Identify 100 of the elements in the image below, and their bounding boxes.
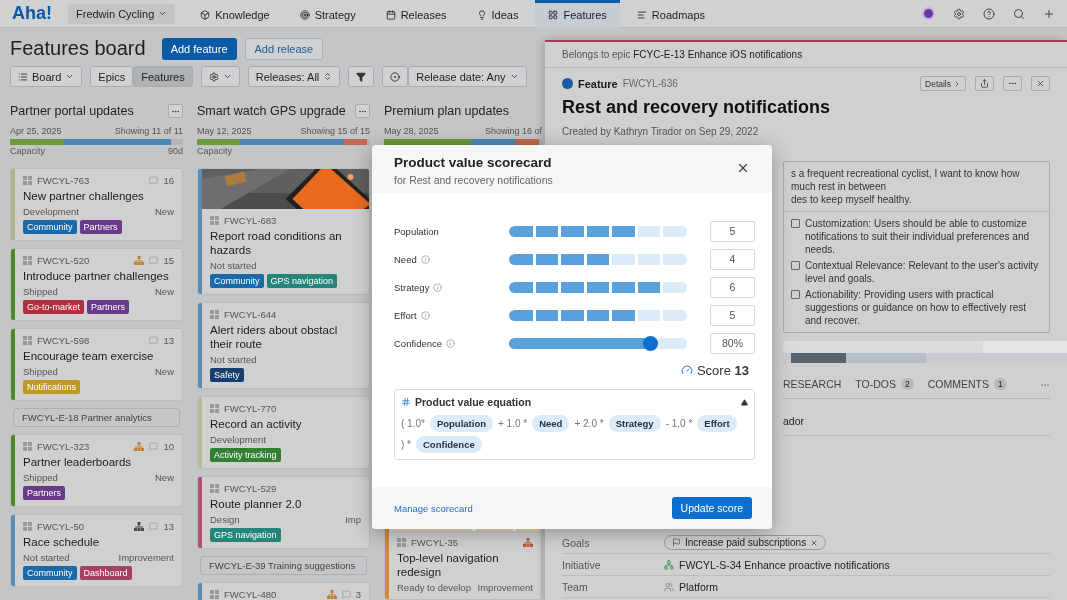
feature-card[interactable]: FWCYL-763 16 New partner challenges Development New Community Partners — [10, 168, 183, 241]
segment-tab[interactable]: Epics — [90, 66, 134, 87]
rating-track[interactable] — [509, 225, 687, 237]
releases-filter[interactable]: Releases: All — [247, 66, 341, 87]
view-dropdown[interactable]: Board — [10, 66, 83, 87]
help-icon[interactable] — [983, 7, 995, 20]
settings-icon[interactable] — [953, 7, 965, 20]
epic-header[interactable]: FWCYL-E-39 Training suggestions — [200, 556, 367, 575]
segment-tab[interactable]: Features — [133, 66, 193, 87]
feature-card[interactable]: FWCYL-529 Route planner 2.0 Design Imp GPS navigation — [197, 476, 370, 549]
tag: Activity tracking — [210, 448, 281, 462]
nav-tab[interactable]: Ideas — [463, 0, 532, 28]
workspace-dropdown[interactable]: Fredwin Cycling — [68, 3, 176, 24]
comment-count: 15 — [163, 254, 174, 266]
caret-icon — [222, 72, 232, 81]
plus-icon[interactable] — [1043, 7, 1055, 20]
filter-button[interactable] — [348, 66, 375, 87]
grid-icon — [23, 175, 32, 185]
score-input[interactable]: 6 — [710, 276, 755, 298]
close-button[interactable] — [1031, 76, 1050, 91]
details-button[interactable]: Details — [920, 76, 966, 91]
avatar[interactable] — [922, 7, 935, 20]
showing-count: Showing 11 of 11 — [114, 126, 183, 136]
add-feature-button[interactable]: Add feature — [161, 37, 237, 60]
rating-track[interactable] — [509, 309, 687, 321]
feature-card[interactable]: FWCYL-480 3 — [197, 582, 370, 600]
rating-track[interactable] — [509, 253, 687, 265]
nav-tab[interactable]: Features — [535, 0, 620, 28]
logo[interactable]: Aha! — [12, 3, 52, 24]
tag: Dashboard — [79, 566, 132, 580]
slider-thumb[interactable] — [643, 335, 659, 351]
variable-chip: Need — [532, 415, 570, 432]
field-label: Initiative — [562, 558, 602, 571]
remove-icon[interactable] — [810, 538, 819, 547]
record-id: FWCYL-636 — [622, 78, 678, 89]
feature-title: Report road conditions an hazards — [210, 229, 343, 257]
detail-tab[interactable]: COMMENTS 1 — [927, 371, 1007, 398]
score-total: Score 13 — [696, 362, 749, 378]
detail-tab[interactable]: RESEARCH — [783, 371, 842, 398]
created-by: Created by Kathryn Tirador on Sep 29, 2022 — [562, 126, 760, 137]
epic-header[interactable]: FWCYL-E-18 Partner analytics — [13, 408, 180, 427]
feature-title: Introduce partner challenges — [23, 269, 170, 283]
grid-icon — [210, 403, 219, 413]
nav-tab[interactable]: Roadmaps — [623, 0, 719, 28]
feature-id: FWCYL-683 — [224, 214, 277, 226]
hash-icon — [401, 397, 411, 407]
tag: Partners — [87, 300, 130, 314]
share-button[interactable] — [975, 76, 994, 91]
more-button[interactable] — [168, 104, 183, 118]
field-value: Platform — [679, 580, 719, 593]
update-score-button[interactable]: Update score — [671, 497, 752, 519]
feature-card[interactable]: FWCYL-644 Alert riders about obstacl their route Not started Safety — [197, 302, 370, 389]
lines-icon — [636, 10, 647, 20]
detail-tab[interactable]: TO-DOS 2 — [855, 371, 914, 398]
nav-tab[interactable]: Knowledge — [187, 0, 283, 28]
settings-dropdown[interactable] — [200, 66, 240, 87]
feature-card[interactable]: FWCYL-520 15 Introduce partner challenges Shipped New Go-to-market Partners — [10, 248, 183, 321]
feature-status: Not started — [210, 260, 257, 271]
add-release-button[interactable]: Add release — [244, 37, 324, 60]
release-date: May 28, 2025 — [384, 126, 439, 136]
tag: Notifications — [23, 380, 81, 394]
close-icon — [736, 161, 750, 175]
feature-id: FWCYL-763 — [37, 174, 90, 186]
lightbulb-icon — [476, 10, 487, 20]
tag: Safety — [210, 368, 244, 382]
score-input[interactable]: 4 — [710, 248, 755, 270]
feature-title: Partner leaderboards — [23, 455, 133, 469]
score-input[interactable]: 80% — [710, 332, 755, 354]
nav-tab[interactable]: Strategy — [286, 0, 369, 28]
metric-label: Need — [394, 253, 417, 265]
showing-count: Showing 16 of — [484, 126, 542, 136]
more-button[interactable] — [355, 104, 370, 118]
date-filter[interactable]: Release date: Any — [408, 66, 527, 87]
record-title: Rest and recovery notifications — [562, 97, 832, 118]
slider-track[interactable] — [509, 337, 687, 349]
checkbox[interactable] — [791, 261, 800, 270]
comment-icon — [149, 175, 159, 185]
settings-icon — [208, 71, 219, 82]
feature-card[interactable]: FWCYL-770 Record an activity Development Activity tracking — [197, 396, 370, 469]
score-input[interactable]: 5 — [710, 304, 755, 326]
checkbox[interactable] — [791, 219, 800, 228]
score-input[interactable]: 5 — [710, 220, 755, 242]
nav-tab[interactable]: Releases — [372, 0, 460, 28]
calendar-icon — [385, 10, 396, 20]
search-icon[interactable] — [1013, 7, 1025, 20]
tag: Partners — [23, 486, 65, 500]
target-button[interactable] — [382, 66, 409, 87]
feature-card[interactable]: FWCYL-598 13 Encourage team exercise Shipped New Notifications — [10, 328, 183, 401]
caret-icon[interactable] — [741, 398, 748, 406]
epic-link[interactable]: Belongs to epic FCYC-E-13 Enhance iOS notifications — [545, 42, 1067, 68]
grid-icon — [397, 537, 406, 547]
feature-card[interactable]: FWCYL-683 Report road conditions an hazards Not started Community GPS navigation — [197, 168, 370, 295]
feature-card[interactable]: FWCYL-323 10 Partner leaderboards Shipped New Partners — [10, 434, 183, 507]
checklist-text: Contextual Relevance: Relevant to the user's activity level and goals. — [805, 259, 1040, 285]
count-badge: 1 — [994, 377, 1007, 390]
manage-link[interactable]: Manage scorecard — [394, 502, 473, 514]
column-title: Smart watch GPS upgrade — [197, 104, 346, 118]
feature-card[interactable]: FWCYL-50 13 Race schedule Not started Improvement Community Dashboard — [10, 514, 183, 587]
checkbox[interactable] — [791, 290, 800, 299]
capacity-label: Capacity — [197, 146, 232, 157]
